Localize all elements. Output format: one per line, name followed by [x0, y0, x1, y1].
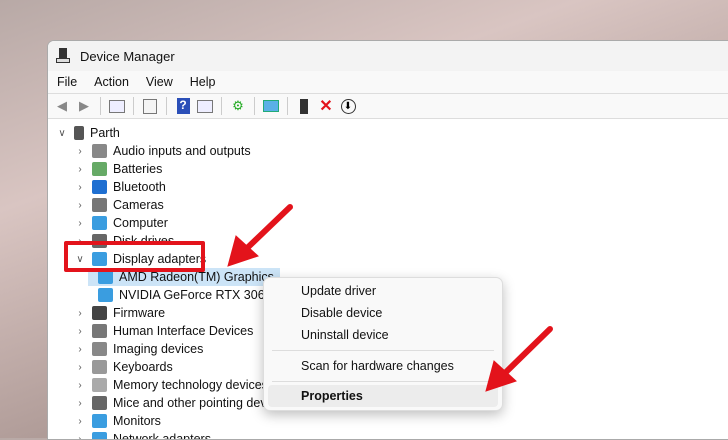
arrow-icon [486, 329, 550, 391]
arrow-icon [228, 207, 290, 266]
annotation-arrows [0, 0, 728, 438]
